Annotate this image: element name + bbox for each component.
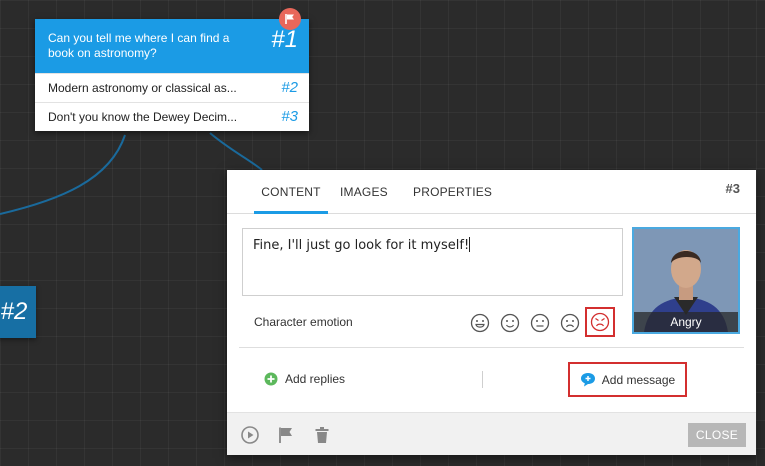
node-reply-item[interactable]: Modern astronomy or classical as... #2 bbox=[35, 73, 309, 102]
emotion-label: Character emotion bbox=[254, 315, 353, 329]
actions-separator bbox=[482, 371, 483, 388]
node-question[interactable]: Can you tell me where I can find a book … bbox=[35, 8, 309, 73]
add-replies-button[interactable]: Add replies bbox=[264, 372, 345, 386]
play-icon[interactable] bbox=[241, 426, 259, 444]
close-button[interactable]: CLOSE bbox=[688, 423, 746, 447]
node-reply-text: Modern astronomy or classical as... bbox=[48, 81, 237, 95]
node-reply-number: #2 bbox=[281, 79, 298, 96]
flag-icon[interactable] bbox=[277, 426, 295, 444]
node-question-number: #1 bbox=[271, 26, 298, 53]
node-reply-text: Don't you know the Dewey Decim... bbox=[48, 110, 238, 124]
tab-images[interactable]: IMAGES bbox=[340, 170, 388, 214]
angry-emotion-icon[interactable] bbox=[585, 307, 615, 337]
panel-tabs: CONTENT IMAGES PROPERTIES #3 bbox=[227, 170, 756, 214]
dialogue-node-2[interactable]: #2 bbox=[0, 286, 36, 338]
side-node-number: #2 bbox=[0, 298, 28, 325]
node-reply-number: #3 bbox=[281, 108, 298, 125]
panel-footer: CLOSE bbox=[227, 412, 756, 455]
node-reply-item[interactable]: Don't you know the Dewey Decim... #3 bbox=[35, 102, 309, 131]
message-edit-panel: CONTENT IMAGES PROPERTIES #3 Fine, I'll … bbox=[227, 170, 756, 455]
tab-content[interactable]: CONTENT bbox=[254, 170, 328, 214]
panel-number: #3 bbox=[725, 181, 740, 196]
tab-properties[interactable]: PROPERTIES bbox=[413, 170, 492, 214]
message-text-field[interactable]: Fine, I'll just go look for it myself! bbox=[242, 228, 623, 296]
flag-icon[interactable] bbox=[279, 8, 301, 30]
panel-divider bbox=[239, 347, 744, 348]
add-message-label: Add message bbox=[601, 372, 676, 387]
character-portrait[interactable]: Angry bbox=[632, 227, 740, 334]
sad-emotion-icon[interactable] bbox=[558, 311, 582, 335]
message-text: Fine, I'll just go look for it myself! bbox=[253, 238, 470, 253]
text-caret bbox=[469, 237, 471, 252]
add-message-button[interactable]: Add message bbox=[568, 362, 687, 397]
trash-icon[interactable] bbox=[313, 426, 331, 444]
chat-bubble-icon bbox=[580, 373, 595, 387]
happy-emotion-icon[interactable] bbox=[498, 311, 522, 335]
node-question-text: Can you tell me where I can find a book … bbox=[48, 31, 230, 60]
dialogue-node-1[interactable]: Can you tell me where I can find a book … bbox=[35, 8, 309, 131]
neutral-emotion-icon[interactable] bbox=[528, 311, 552, 335]
very-happy-emotion-icon[interactable] bbox=[468, 311, 492, 335]
portrait-caption: Angry bbox=[634, 312, 738, 332]
add-replies-label: Add replies bbox=[285, 372, 346, 386]
plus-circle-icon bbox=[264, 372, 278, 386]
